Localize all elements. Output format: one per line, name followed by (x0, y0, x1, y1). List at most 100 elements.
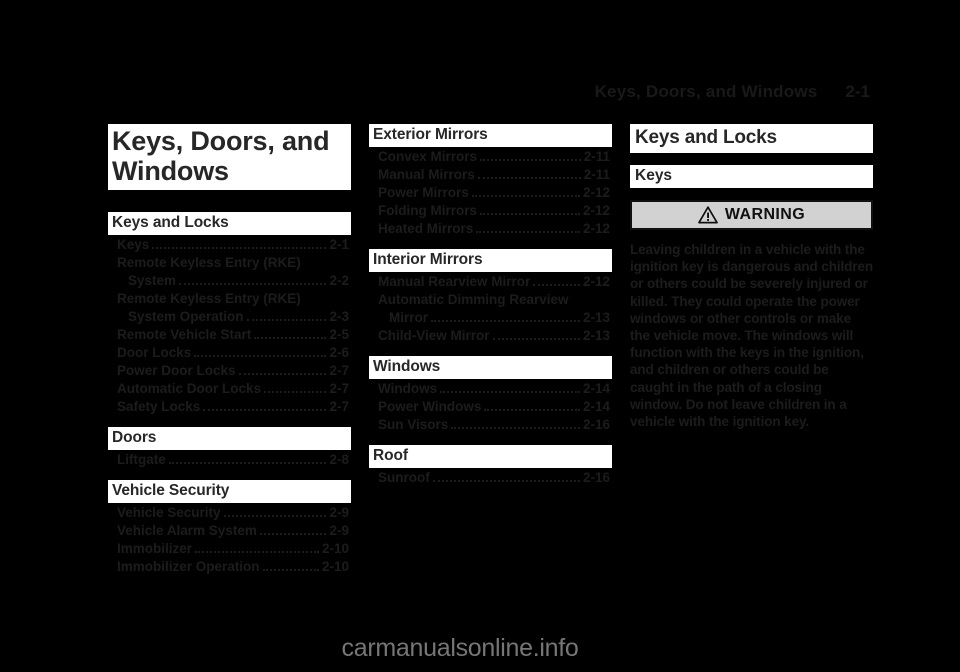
toc-entry-page: 2-7 (329, 381, 349, 396)
toc-entry-power-door-locks[interactable]: Power Door Locks 2-7 (108, 362, 349, 379)
toc-entry-remote-vehicle-start[interactable]: Remote Vehicle Start 2-5 (108, 326, 349, 343)
running-header: Keys, Doors, and Windows 2-1 (108, 80, 870, 102)
toc-leader-dots (492, 338, 580, 340)
toc-leader-dots (262, 569, 319, 571)
toc-entry-list: Manual Rearview Mirror 2-12 Automatic Di… (369, 273, 612, 344)
toc-entry-list: Windows 2-14 Power Windows 2-14 Sun Viso… (369, 380, 612, 433)
toc-column-1: Keys, Doors, and Windows Keys and Locks … (108, 124, 351, 575)
toc-entry-rke-system-line2[interactable]: System 2-2 (108, 272, 349, 289)
toc-leader-dots (246, 319, 327, 321)
toc-entry-page: 2-14 (582, 399, 610, 414)
warning-body-text: Leaving children in a vehicle with the i… (630, 242, 873, 430)
toc-entry-label: Liftgate (117, 452, 166, 467)
toc-section-interior-mirrors: Interior Mirrors Manual Rearview Mirror … (369, 249, 612, 344)
toc-entry-rke-operation-line2[interactable]: System Operation 2-3 (108, 308, 349, 325)
toc-leader-dots (451, 427, 580, 429)
toc-entry-label: Door Locks (117, 345, 192, 360)
toc-section-exterior-mirrors: Exterior Mirrors Convex Mirrors 2-11 Man… (369, 124, 612, 237)
toc-entry-label: Remote Keyless Entry (RKE) (117, 291, 301, 306)
toc-entry-label: Manual Mirrors (378, 167, 475, 182)
toc-entry-label: Immobilizer Operation (117, 559, 260, 574)
toc-entry-page: 2-7 (329, 399, 349, 414)
warning-banner: WARNING (630, 200, 873, 230)
toc-section-heading: Vehicle Security (108, 480, 351, 503)
toc-leader-dots (432, 480, 580, 482)
toc-entry-door-locks[interactable]: Door Locks 2-6 (108, 344, 349, 361)
toc-entry-power-mirrors[interactable]: Power Mirrors 2-12 (369, 184, 610, 201)
toc-entry-label: Immobilizer (117, 541, 193, 556)
toc-leader-dots (195, 551, 319, 553)
toc-entry-immobilizer-operation[interactable]: Immobilizer Operation 2-10 (108, 558, 349, 575)
toc-entry-page: 2-12 (582, 185, 610, 200)
toc-entry-list: Vehicle Security 2-9 Vehicle Alarm Syste… (108, 504, 351, 575)
toc-entry-page: 2-1 (329, 237, 349, 252)
toc-leader-dots (238, 373, 327, 375)
toc-entry-label: Child-View Mirror (378, 328, 490, 343)
toc-leader-dots (264, 391, 327, 393)
toc-entry-label: Convex Mirrors (378, 149, 478, 164)
toc-entry-manual-rearview-mirror[interactable]: Manual Rearview Mirror 2-12 (369, 273, 610, 290)
toc-entry-page: 2-8 (329, 452, 349, 467)
toc-section-windows: Windows Windows 2-14 Power Windows 2-14 … (369, 356, 612, 433)
toc-leader-dots (484, 409, 580, 411)
toc-entry-page: 2-10 (321, 559, 349, 574)
toc-entry-page: 2-9 (329, 523, 349, 538)
toc-entry-immobilizer[interactable]: Immobilizer 2-10 (108, 540, 349, 557)
toc-entry-rke-operation-line1[interactable]: Remote Keyless Entry (RKE) (108, 290, 349, 307)
toc-entry-label: Power Door Locks (117, 363, 236, 378)
warning-label: WARNING (724, 206, 806, 223)
manual-page: Keys, Doors, and Windows 2-1 Keys, Doors… (0, 0, 960, 672)
toc-entry-automatic-door-locks[interactable]: Automatic Door Locks 2-7 (108, 380, 349, 397)
toc-entry-sun-visors[interactable]: Sun Visors 2-16 (369, 416, 610, 433)
toc-entry-manual-mirrors[interactable]: Manual Mirrors 2-11 (369, 166, 610, 183)
toc-leader-dots (440, 391, 580, 393)
toc-entry-list: Liftgate 2-8 (108, 451, 351, 468)
toc-entry-folding-mirrors[interactable]: Folding Mirrors 2-12 (369, 202, 610, 219)
toc-leader-dots (194, 355, 327, 357)
toc-entry-label: Power Windows (378, 399, 482, 414)
toc-entry-vehicle-alarm-system[interactable]: Vehicle Alarm System 2-9 (108, 522, 349, 539)
toc-entry-heated-mirrors[interactable]: Heated Mirrors 2-12 (369, 220, 610, 237)
toc-entry-page: 2-12 (582, 203, 610, 218)
toc-entry-page: 2-11 (583, 149, 610, 164)
toc-entry-label: Manual Rearview Mirror (378, 274, 531, 289)
content-subheading-keys: Keys (630, 165, 873, 188)
toc-entry-label: Folding Mirrors (378, 203, 477, 218)
toc-entry-label: Windows (378, 381, 438, 396)
toc-entry-convex-mirrors[interactable]: Convex Mirrors 2-11 (369, 148, 610, 165)
toc-leader-dots (179, 283, 327, 285)
toc-leader-dots (203, 409, 327, 411)
toc-entry-label: System (128, 273, 177, 288)
toc-entry-page: 2-16 (582, 470, 610, 485)
toc-entry-page: 2-13 (582, 310, 610, 325)
toc-entry-auto-dimming-mirror-line2[interactable]: Mirror 2-13 (369, 309, 610, 326)
toc-entry-child-view-mirror[interactable]: Child-View Mirror 2-13 (369, 327, 610, 344)
header-page-number: 2-1 (845, 82, 870, 101)
toc-leader-dots (533, 284, 580, 286)
toc-entry-power-windows[interactable]: Power Windows 2-14 (369, 398, 610, 415)
toc-entry-rke-system-line1[interactable]: Remote Keyless Entry (RKE) (108, 254, 349, 271)
toc-entry-auto-dimming-mirror-line1[interactable]: Automatic Dimming Rearview (369, 291, 610, 308)
toc-section-doors: Doors Liftgate 2-8 (108, 427, 351, 468)
toc-entry-vehicle-security[interactable]: Vehicle Security 2-9 (108, 504, 349, 521)
toc-entry-page: 2-11 (583, 167, 610, 182)
toc-entry-label: Safety Locks (117, 399, 201, 414)
toc-entry-windows[interactable]: Windows 2-14 (369, 380, 610, 397)
toc-section-heading: Keys and Locks (108, 212, 351, 235)
toc-section-keys-and-locks: Keys and Locks Keys 2-1 Remote Keyless E… (108, 212, 351, 415)
toc-section-heading: Doors (108, 427, 351, 450)
toc-entry-label: Automatic Dimming Rearview (378, 292, 569, 307)
toc-entry-keys[interactable]: Keys 2-1 (108, 236, 349, 253)
toc-entry-sunroof[interactable]: Sunroof 2-16 (369, 469, 610, 486)
toc-leader-dots (480, 213, 580, 215)
toc-entry-safety-locks[interactable]: Safety Locks 2-7 (108, 398, 349, 415)
toc-entry-page: 2-16 (582, 417, 610, 432)
toc-entry-label: Power Mirrors (378, 185, 469, 200)
toc-entry-label: Heated Mirrors (378, 221, 474, 236)
toc-entry-label: Sunroof (378, 470, 430, 485)
toc-section-heading: Windows (369, 356, 612, 379)
chapter-title: Keys, Doors, and Windows (108, 124, 351, 190)
toc-entry-liftgate[interactable]: Liftgate 2-8 (108, 451, 349, 468)
toc-leader-dots (259, 533, 327, 535)
toc-entry-label: Remote Vehicle Start (117, 327, 252, 342)
